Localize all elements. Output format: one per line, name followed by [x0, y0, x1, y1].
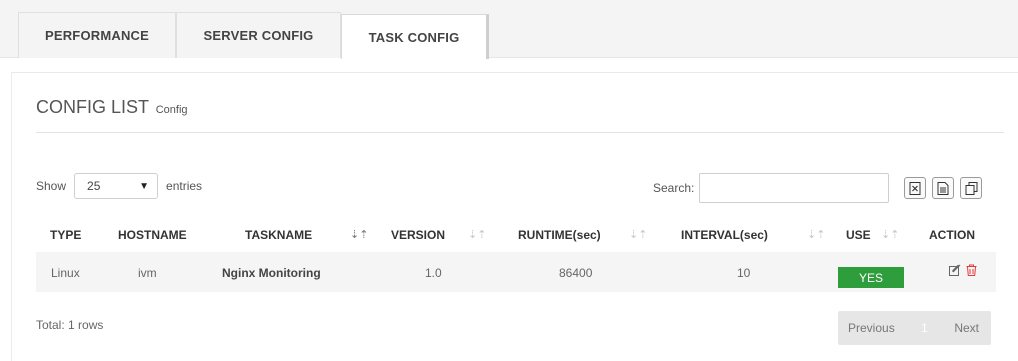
use-status-badge[interactable]: YES [838, 267, 904, 288]
copy-icon[interactable] [960, 177, 982, 199]
sort-icon: ⇣⇡ [881, 229, 900, 241]
col-version[interactable]: VERSION [391, 228, 445, 242]
col-interval[interactable]: INTERVAL(sec) [681, 228, 768, 242]
config-list-panel: CONFIG LIST Config Show 25 ▼ entries Sea… [11, 72, 1018, 361]
csv-export-icon[interactable] [932, 177, 954, 199]
pagination: Previous 1 Next [838, 311, 991, 345]
col-taskname[interactable]: TASKNAME [245, 228, 312, 242]
tab-server-config[interactable]: SERVER CONFIG [176, 12, 341, 58]
next-button[interactable]: Next [954, 321, 979, 335]
col-action: ACTION [929, 228, 975, 242]
panel-subtitle: Config [155, 104, 188, 116]
cell-version: 1.0 [425, 266, 442, 280]
tab-performance[interactable]: PERFORMANCE [18, 12, 176, 58]
entries-value: 25 [87, 179, 101, 193]
chevron-down-icon: ▼ [139, 180, 150, 192]
show-entries: Show 25 ▼ entries [36, 173, 202, 199]
cell-runtime: 86400 [559, 266, 593, 280]
cell-hostname: ivm [138, 266, 157, 280]
entries-select[interactable]: 25 ▼ [74, 173, 159, 199]
page-number[interactable]: 1 [921, 321, 928, 335]
sort-icon: ⇣⇡ [350, 229, 369, 241]
col-type[interactable]: TYPE [50, 228, 81, 242]
previous-button[interactable]: Previous [848, 321, 895, 335]
panel-title: CONFIG LIST Config [36, 97, 188, 118]
total-rows: Total: 1 rows [36, 318, 104, 332]
sort-icon: ⇣⇡ [629, 229, 648, 241]
tab-bar: PERFORMANCE SERVER CONFIG TASK CONFIG [0, 0, 1018, 59]
tab-task-config[interactable]: TASK CONFIG [341, 14, 489, 59]
col-runtime[interactable]: RUNTIME(sec) [518, 228, 601, 242]
col-use[interactable]: USE [846, 228, 871, 242]
cell-interval: 10 [737, 266, 751, 280]
search-input[interactable] [699, 173, 890, 203]
entries-label: entries [166, 179, 203, 193]
sort-icon: ⇣⇡ [807, 229, 826, 241]
col-hostname[interactable]: HOSTNAME [118, 228, 187, 242]
excel-export-icon[interactable] [904, 177, 926, 199]
panel-title-text: CONFIG LIST [36, 97, 149, 117]
show-label: Show [36, 179, 67, 193]
trash-icon[interactable] [966, 264, 977, 279]
sort-icon: ⇣⇡ [468, 229, 487, 241]
cell-type: Linux [51, 266, 80, 280]
cell-taskname: Nginx Monitoring [222, 266, 321, 280]
search-label: Search: [653, 181, 695, 195]
title-divider [36, 132, 1004, 133]
edit-icon[interactable] [949, 264, 961, 279]
search-box: Search: [653, 173, 890, 203]
